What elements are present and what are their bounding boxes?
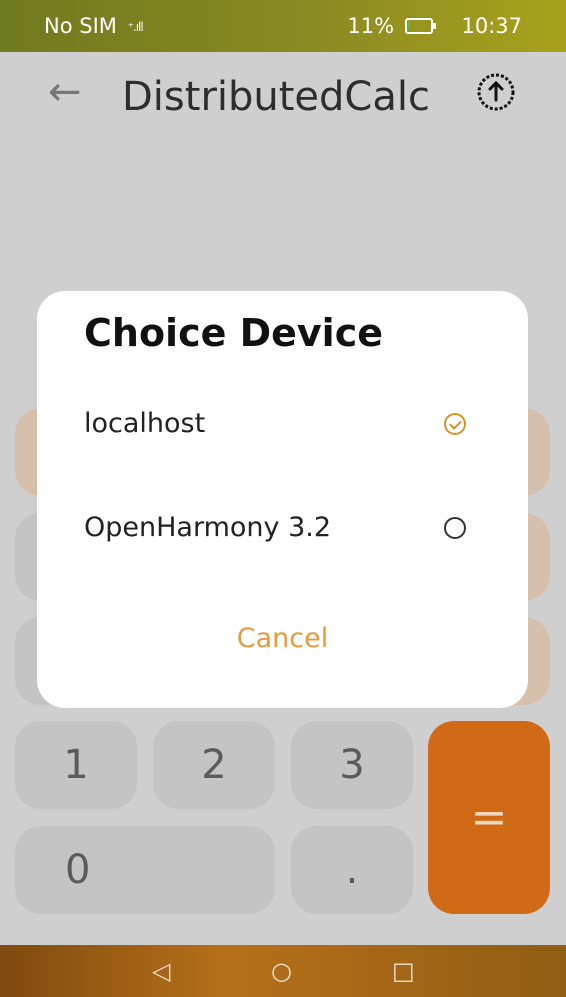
key-dot[interactable]: . [291, 826, 413, 914]
radio-unchecked-icon[interactable] [444, 517, 466, 539]
carrier-label: No SIM ⁺.ıll [44, 14, 144, 38]
clock: 10:37 [461, 14, 522, 38]
dialog-title: Choice Device [84, 311, 384, 355]
continue-device-icon[interactable] [474, 70, 518, 114]
app-bar: ← DistributedCalc [0, 52, 566, 152]
carrier-text: No SIM [44, 14, 117, 38]
arrow-left-icon[interactable]: ← [48, 72, 82, 112]
nav-home-icon[interactable]: ○ [271, 957, 292, 985]
nav-back-icon[interactable]: ◁ [152, 957, 170, 985]
key-0[interactable]: 0 [15, 826, 275, 914]
device-option-label: OpenHarmony 3.2 [84, 512, 332, 543]
device-option-openharmony[interactable]: OpenHarmony 3.2 [37, 498, 528, 558]
key-2[interactable]: 2 [153, 721, 275, 809]
device-picker-dialog: Choice Device localhost OpenHarmony 3.2 … [37, 291, 528, 708]
battery-percent: 11% [347, 14, 395, 38]
device-option-localhost[interactable]: localhost [37, 394, 528, 454]
nav-recents-icon[interactable]: □ [392, 957, 415, 985]
key-1[interactable]: 1 [15, 721, 137, 809]
key-3[interactable]: 3 [291, 721, 413, 809]
system-nav-bar: ◁ ○ □ [0, 945, 566, 997]
battery-icon [404, 18, 436, 34]
key-equals[interactable]: = [428, 721, 550, 914]
status-bar: No SIM ⁺.ıll 11% 10:37 [0, 0, 566, 52]
signal-icon: ⁺.ıll [127, 20, 144, 34]
cancel-button[interactable]: Cancel [37, 623, 528, 654]
status-right: 11% 10:37 [347, 14, 522, 38]
device-option-label: localhost [84, 408, 206, 439]
page-title: DistributedCalc [122, 74, 430, 120]
radio-checked-icon[interactable] [444, 413, 466, 435]
